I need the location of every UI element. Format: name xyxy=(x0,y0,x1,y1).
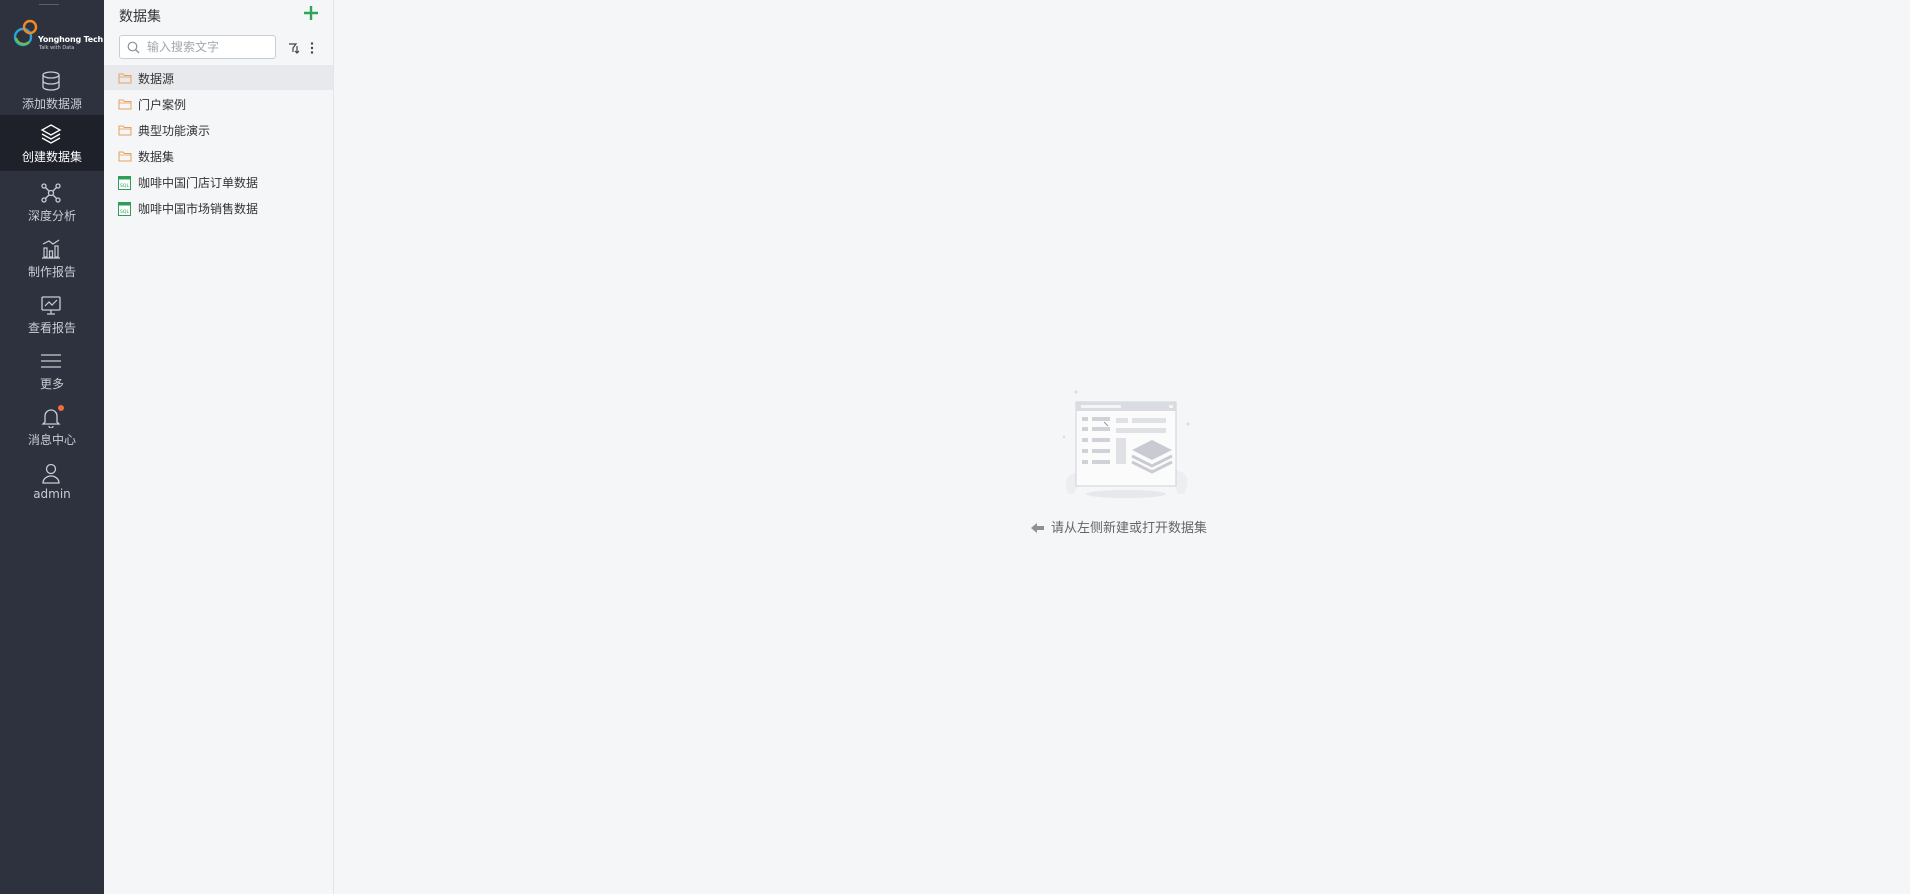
folder-icon xyxy=(118,125,132,136)
tree-folder-item[interactable]: 数据源 xyxy=(104,65,333,90)
nav-item-make-report[interactable]: 制作报告 xyxy=(0,230,104,286)
tree-item-label: 典型功能演示 xyxy=(138,124,211,138)
tree-item-label: 数据集 xyxy=(138,150,175,164)
layers-icon xyxy=(40,124,62,144)
empty-state-illustration xyxy=(1062,390,1190,498)
main-nav: Yonghong Tech Talk with Data 添加数据源 创建数据集… xyxy=(0,0,104,894)
dataset-panel: 数据集 数据源 门户案例 xyxy=(104,0,334,894)
nav-label: 添加数据源 xyxy=(21,97,82,111)
search-box xyxy=(119,35,276,59)
nav-label: 深度分析 xyxy=(27,209,76,223)
tree-item-label: 数据源 xyxy=(138,72,175,86)
tree-folder-item[interactable]: 数据集 xyxy=(104,143,333,168)
tree-item-label: 咖啡中国门店订单数据 xyxy=(138,176,259,190)
panel-title: 数据集 xyxy=(119,9,161,25)
tree-folder-item[interactable]: 门户案例 xyxy=(104,91,333,116)
empty-state-hint: 请从左侧新建或打开数据集 xyxy=(1030,517,1207,536)
folder-icon xyxy=(118,151,132,162)
nav-item-create-dataset[interactable]: 创建数据集 xyxy=(0,115,104,171)
search-icon xyxy=(127,41,140,54)
user-icon xyxy=(42,463,60,484)
tree-item-label: 门户案例 xyxy=(138,98,187,112)
tree-folder-item[interactable]: 典型功能演示 xyxy=(104,117,333,142)
nav-label: 制作报告 xyxy=(27,265,76,279)
nav-item-message-center[interactable]: 消息中心 xyxy=(0,398,104,454)
arrow-left-icon xyxy=(1031,523,1044,533)
logo-brand: Yonghong Tech xyxy=(38,35,104,44)
database-icon xyxy=(42,71,60,91)
more-options-icon[interactable] xyxy=(305,41,319,55)
empty-hint-text: 请从左侧新建或打开数据集 xyxy=(1051,521,1208,536)
nav-item-view-report[interactable]: 查看报告 xyxy=(0,286,104,342)
top-handle xyxy=(39,0,59,5)
nav-label: 更多 xyxy=(39,377,64,391)
tree-dataset-item[interactable]: SQL 咖啡中国门店订单数据 xyxy=(104,169,333,194)
logo-tagline: Talk with Data xyxy=(39,45,75,51)
search-input[interactable] xyxy=(147,38,271,56)
menu-icon xyxy=(41,354,61,368)
nav-label: admin xyxy=(33,487,71,501)
nav-item-add-datasource[interactable]: 添加数据源 xyxy=(0,62,104,118)
app-logo[interactable]: Yonghong Tech Talk with Data xyxy=(0,0,104,58)
plus-icon xyxy=(304,6,318,20)
nav-label: 创建数据集 xyxy=(21,150,82,164)
svg-text:SQL: SQL xyxy=(120,183,129,189)
folder-icon xyxy=(118,73,132,84)
logo-icon xyxy=(13,19,38,47)
monitor-icon xyxy=(41,296,61,315)
sql-dataset-icon: SQL xyxy=(118,176,131,190)
svg-text:SQL: SQL xyxy=(120,209,129,215)
nav-item-deep-analysis[interactable]: 深度分析 xyxy=(0,174,104,230)
sql-dataset-icon: SQL xyxy=(118,202,131,216)
nav-label: 消息中心 xyxy=(27,433,76,447)
main-content: 请从左侧新建或打开数据集 xyxy=(334,0,1910,894)
network-icon xyxy=(41,183,61,203)
nav-item-more[interactable]: 更多 xyxy=(0,342,104,398)
filter-sort-icon[interactable] xyxy=(287,41,301,55)
notification-dot xyxy=(58,405,64,411)
chart-icon xyxy=(42,239,60,259)
nav-label: 查看报告 xyxy=(27,321,76,335)
add-dataset-button[interactable] xyxy=(301,3,321,23)
tree-dataset-item[interactable]: SQL 咖啡中国市场销售数据 xyxy=(104,195,333,220)
folder-icon xyxy=(118,99,132,110)
tree-item-label: 咖啡中国市场销售数据 xyxy=(138,202,259,216)
nav-item-user[interactable]: admin xyxy=(0,454,104,510)
